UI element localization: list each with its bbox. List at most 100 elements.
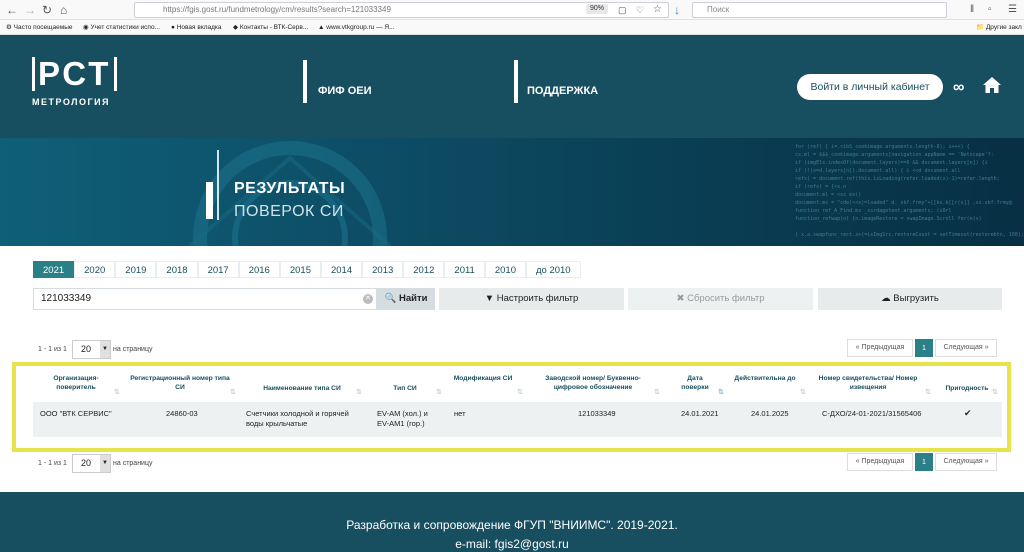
clear-search-icon[interactable]: ✕ bbox=[363, 294, 373, 304]
nav-fif-oei[interactable]: ФИФ ОЕИ bbox=[318, 85, 372, 97]
menu-icon[interactable]: ☰ bbox=[1008, 2, 1017, 18]
year-tab-2021[interactable]: 2021 bbox=[33, 261, 75, 278]
results-count-bottom: 1 - 1 из 1 bbox=[38, 460, 67, 467]
url-text: https://fgis.gost.ru/fundmetrology/cm/re… bbox=[163, 5, 391, 14]
sort-icon[interactable]: ⇅ bbox=[436, 388, 442, 396]
year-tab-2017[interactable]: 2017 bbox=[197, 261, 239, 278]
bookmark-star-icon[interactable]: ☆ bbox=[653, 2, 662, 18]
year-tabs: 2021 2020 2019 2018 2017 2016 2015 2014 … bbox=[33, 261, 581, 278]
column-header-date[interactable]: Дата поверки bbox=[673, 374, 717, 392]
year-tab-2019[interactable]: 2019 bbox=[115, 261, 157, 278]
bookmark-item[interactable]: ◆ Контакты - ВТК-Серв... bbox=[233, 23, 308, 32]
configure-filter-button[interactable]: ▼ Настроить фильтр bbox=[439, 288, 624, 310]
chevron-down-icon: ▼ bbox=[100, 455, 110, 472]
sort-icon[interactable]: ⇅ bbox=[992, 388, 998, 396]
year-tab-2018[interactable]: 2018 bbox=[156, 261, 198, 278]
column-header-org[interactable]: Организация-поверитель bbox=[40, 374, 112, 392]
next-page-button[interactable]: Следующая » bbox=[935, 339, 997, 357]
column-header-type[interactable]: Тип СИ bbox=[380, 384, 430, 393]
per-page-select[interactable]: 20 ▼ bbox=[72, 340, 111, 359]
footer-developer: Разработка и сопровождение ФГУП "ВНИИМС"… bbox=[346, 518, 678, 532]
year-tab-2020[interactable]: 2020 bbox=[74, 261, 116, 278]
bookmark-item[interactable]: ▲ www.vtkgroup.ru — Я... bbox=[318, 23, 395, 32]
browser-search-input[interactable]: Поиск bbox=[692, 2, 947, 18]
search-input-value: 121033349 bbox=[41, 293, 92, 304]
login-button[interactable]: Войти в личный кабинет bbox=[797, 74, 943, 100]
forward-icon[interactable]: → bbox=[24, 2, 36, 18]
footer-email[interactable]: e-mail: fgis2@gost.ru bbox=[0, 537, 1024, 551]
cell-name: Счетчики холодной и горячей воды крыльча… bbox=[246, 409, 349, 428]
sort-icon[interactable]: ⇅ bbox=[925, 388, 931, 396]
bookmarks-bar: ⚙ Часто посещаемые ◉ Учет статистики исп… bbox=[0, 20, 1024, 35]
zoom-indicator[interactable]: 90% bbox=[586, 4, 608, 14]
bookmark-other[interactable]: 📁 Другие закл bbox=[976, 23, 1022, 32]
home-icon[interactable] bbox=[982, 76, 1002, 94]
bookmark-item[interactable]: ⚙ Часто посещаемые bbox=[6, 23, 73, 32]
column-header-valid-until[interactable]: Действительна до bbox=[730, 374, 800, 383]
sidebar-icon[interactable]: ▫ bbox=[988, 2, 992, 18]
sort-icon[interactable]: ⇅ bbox=[517, 388, 523, 396]
bookmark-item[interactable]: ◉ Учет статистики испо... bbox=[83, 23, 160, 32]
back-icon[interactable]: ← bbox=[6, 2, 18, 18]
reset-filter-button[interactable]: ✖ Сбросить фильтр bbox=[628, 288, 813, 310]
per-page-value: 20 bbox=[81, 344, 92, 354]
page-subtitle: ПОВЕРОК СИ bbox=[234, 203, 344, 220]
search-icon: 🔍 bbox=[384, 293, 397, 304]
home-browser-icon[interactable]: ⌂ bbox=[60, 2, 67, 18]
page-number-current-bottom[interactable]: 1 bbox=[915, 453, 933, 471]
column-header-certificate[interactable]: Номер свидетельства/ Номер извещения bbox=[812, 374, 924, 392]
banner-accent-bar bbox=[206, 182, 213, 219]
prev-page-button[interactable]: « Предыдущая bbox=[847, 339, 913, 357]
per-page-select-bottom[interactable]: 20 ▼ bbox=[72, 454, 111, 473]
library-icon[interactable]: ‖ bbox=[970, 2, 974, 18]
next-page-button-bottom[interactable]: Следующая » bbox=[935, 453, 997, 471]
rst-logo[interactable]: РСТ МЕТРОЛОГИЯ bbox=[32, 57, 118, 107]
column-header-serial[interactable]: Заводской номер/ Буквенно-цифровое обозн… bbox=[535, 374, 651, 392]
cell-org: ООО "ВТК СЕРВИС" bbox=[40, 409, 112, 418]
sort-icon[interactable]: ⇅ bbox=[654, 388, 660, 396]
page-banner: for (ref) { i=.<ibS_cookimage.arguments.… bbox=[0, 138, 1024, 246]
sort-icon[interactable]: ⇅ bbox=[114, 388, 120, 396]
chevron-down-icon: ▼ bbox=[100, 341, 110, 358]
accessibility-glasses-icon[interactable]: ∞ bbox=[953, 79, 964, 97]
cell-reg-number[interactable]: 24860-03 bbox=[166, 409, 198, 419]
results-count: 1 - 1 из 1 bbox=[38, 346, 67, 353]
sort-icon[interactable]: ⇅ bbox=[356, 388, 362, 396]
cell-certificate[interactable]: С-ДХО/24-01-2021/31565406 bbox=[822, 409, 921, 419]
nav-support[interactable]: ПОДДЕРЖКА bbox=[527, 85, 598, 97]
page-number-current[interactable]: 1 bbox=[915, 339, 933, 357]
find-button-label: Найти bbox=[399, 293, 428, 304]
year-tab-2011[interactable]: 2011 bbox=[444, 261, 485, 278]
download-icon[interactable]: ↓ bbox=[674, 2, 680, 18]
reload-icon[interactable]: ↻ bbox=[42, 2, 52, 18]
pocket-icon[interactable]: ♡ bbox=[636, 2, 644, 18]
browser-toolbar: ← → ↻ ⌂ https://fgis.gost.ru/fundmetrolo… bbox=[0, 0, 1024, 20]
year-tab-2013[interactable]: 2013 bbox=[362, 261, 404, 278]
reset-filter-label: Сбросить фильтр bbox=[687, 293, 765, 304]
export-button[interactable]: ☁ Выгрузить bbox=[818, 288, 1002, 310]
prev-page-button-bottom[interactable]: « Предыдущая bbox=[847, 453, 913, 471]
table-row[interactable] bbox=[33, 402, 1002, 437]
column-header-modification[interactable]: Модификация СИ bbox=[450, 374, 516, 383]
bookmark-item[interactable]: ● Новая вкладка bbox=[171, 23, 222, 32]
column-header-suitable[interactable]: Пригодность bbox=[938, 384, 996, 393]
reader-icon[interactable]: ▢ bbox=[618, 2, 627, 18]
year-tab-before-2010[interactable]: до 2010 bbox=[525, 261, 581, 278]
logo-sub-text: МЕТРОЛОГИЯ bbox=[32, 97, 111, 107]
sort-icon[interactable]: ⇅ bbox=[230, 388, 236, 396]
search-input[interactable]: 121033349 bbox=[33, 288, 377, 310]
year-tab-2015[interactable]: 2015 bbox=[279, 261, 321, 278]
year-tab-2014[interactable]: 2014 bbox=[320, 261, 363, 278]
cell-type: EV-AM (хол.) и EV-AM1 (гор.) bbox=[377, 409, 428, 428]
sort-icon[interactable]: ⇅ bbox=[800, 388, 806, 396]
column-header-name[interactable]: Наименование типа СИ bbox=[252, 384, 352, 393]
nav-divider bbox=[303, 60, 307, 103]
column-header-reg-number[interactable]: Регистрационный номер типа СИ bbox=[128, 374, 232, 392]
per-page-value: 20 bbox=[81, 458, 92, 468]
per-page-label: на страницу bbox=[113, 346, 153, 353]
sort-active-icon[interactable]: ⇅ bbox=[718, 388, 724, 396]
year-tab-2012[interactable]: 2012 bbox=[403, 261, 445, 278]
year-tab-2010[interactable]: 2010 bbox=[484, 261, 526, 278]
year-tab-2016[interactable]: 2016 bbox=[238, 261, 280, 278]
find-button[interactable]: 🔍 Найти bbox=[377, 288, 435, 310]
